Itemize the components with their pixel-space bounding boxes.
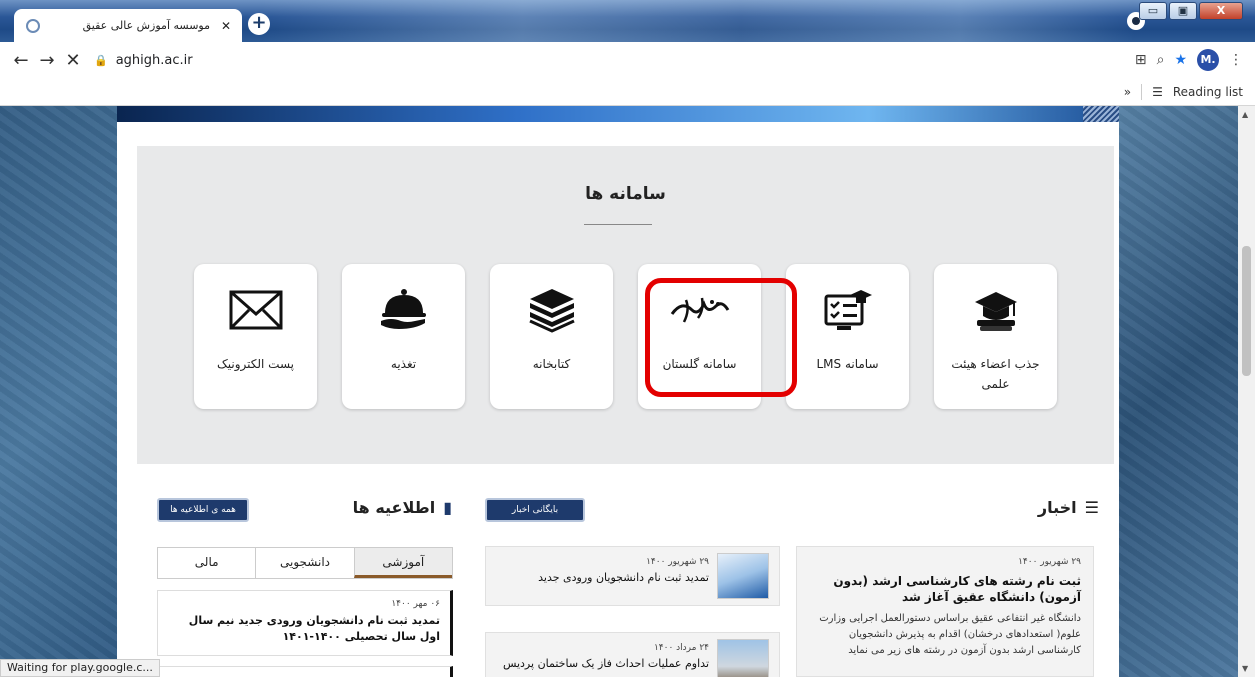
card-label: جذب اعضاء هیئت علمی (951, 357, 1040, 391)
news-date: ۲۹ شهریور ۱۴۰۰ (646, 557, 709, 567)
news-thumbnail[interactable] (717, 553, 769, 599)
bookmark-icon: ▮ (443, 498, 452, 517)
profile-avatar[interactable]: M. (1197, 49, 1219, 71)
announcement-date: ۰۶ مهر ۱۴۰۰ (391, 599, 440, 609)
tab-close-button[interactable]: ✕ (218, 19, 234, 33)
browser-toolbar: ← → ✕ 🔒 aghigh.ac.ir ⊞ ⌕ ★ M. ⋮ (0, 42, 1255, 78)
systems-heading: سامانه ها (585, 184, 666, 204)
bookmarks-bar: » ☰ Reading list (0, 78, 1255, 106)
site-favicon-icon (26, 18, 40, 33)
card-food[interactable]: تغذیه (342, 264, 465, 409)
news-archive-button[interactable]: بایگانی اخبار (485, 498, 585, 522)
checklist-board-icon (786, 286, 909, 334)
scrollbar-thumb[interactable] (1242, 246, 1251, 376)
scroll-up-arrow-icon[interactable]: ▲ (1242, 110, 1248, 119)
maximize-button[interactable]: ▣ (1169, 2, 1197, 20)
forward-button[interactable]: → (34, 50, 60, 71)
tab-student[interactable]: دانشجویی (255, 548, 353, 578)
address-bar[interactable]: 🔒 aghigh.ac.ir (94, 46, 1125, 74)
card-email[interactable]: پست الکترونیک (194, 264, 317, 409)
window-close-button[interactable]: X (1199, 2, 1243, 20)
announcements-heading: ▮ اطلاعیه ها (353, 498, 452, 517)
hamburger-icon: ☰ (1084, 498, 1099, 517)
announcement-title-link[interactable]: تمدید ثبت نام دانشجویان ورودی جدید نیم س… (168, 613, 440, 645)
news-date: ۲۹ شهریور ۱۴۰۰ (1018, 557, 1081, 567)
page-scrollbar[interactable]: ▲ ▼ (1238, 106, 1255, 677)
card-label: تغذیه (390, 357, 417, 371)
envelope-icon (194, 286, 317, 334)
lock-icon[interactable]: 🔒 (94, 54, 108, 67)
scroll-down-arrow-icon[interactable]: ▼ (1242, 664, 1248, 673)
announcements-title: اطلاعیه ها (352, 498, 436, 517)
announcement-item[interactable]: ۰۶ مهر ۱۴۰۰ تمدید ثبت نام دانشجویان ورود… (157, 590, 453, 656)
heading-underline (584, 224, 652, 225)
news-list-item[interactable]: ۲۴ مرداد ۱۴۰۰ تداوم عملیات احداث فاز یک … (485, 632, 780, 677)
all-announcements-button[interactable]: همه ی اطلاعیه ها (157, 498, 249, 522)
books-stack-icon (490, 286, 613, 334)
card-lms[interactable]: سامانه LMS (786, 264, 909, 409)
news-list-item[interactable]: ۲۹ شهریور ۱۴۰۰ تمدید ثبت نام دانشجویان و… (485, 546, 780, 606)
card-label: کتابخانه (532, 357, 571, 371)
reading-list-button[interactable]: Reading list (1173, 85, 1243, 99)
news-title-link[interactable]: ثبت نام رشته های کارشناسی ارشد (بدون آزم… (809, 573, 1081, 605)
browser-tab[interactable]: موسسه آموزش عالی عقیق ✕ (14, 9, 242, 42)
menu-icon[interactable]: ⋮ (1229, 52, 1243, 68)
header-strip (117, 106, 1119, 122)
news-title-link[interactable]: تداوم عملیات احداث فاز یک ساختمان پردیس (494, 657, 709, 670)
status-bar: Waiting for play.google.c... (0, 659, 160, 677)
page-content: سامانه ها جذب اعضاء هیئت علمی سامانه LMS (117, 106, 1119, 677)
stop-button[interactable]: ✕ (60, 50, 86, 71)
zoom-icon[interactable]: ⌕ (1157, 52, 1165, 68)
back-button[interactable]: ← (8, 50, 34, 71)
tab-educational[interactable]: آموزشی (353, 548, 452, 578)
card-label: پست الکترونیک (217, 357, 294, 371)
window-controls: ▭ ▣ X (1139, 2, 1243, 20)
bookmarks-separator (1141, 83, 1143, 100)
tab-financial[interactable]: مالی (158, 548, 255, 578)
card-label: سامانه LMS (816, 357, 879, 371)
announcement-item[interactable] (157, 666, 453, 677)
news-title-link[interactable]: تمدید ثبت نام دانشجویان ورودی جدید (494, 571, 709, 584)
page-background: سامانه ها جذب اعضاء هیئت علمی سامانه LMS (0, 106, 1238, 677)
url-text: aghigh.ac.ir (115, 52, 193, 68)
tab-title: موسسه آموزش عالی عقیق (82, 19, 210, 32)
bookmark-star-icon[interactable]: ★ (1174, 52, 1187, 68)
news-date: ۲۴ مرداد ۱۴۰۰ (653, 643, 709, 653)
graduation-cap-icon (934, 286, 1057, 334)
translate-icon[interactable]: ⊞ (1135, 52, 1147, 68)
systems-section: سامانه ها جذب اعضاء هیئت علمی سامانه LMS (137, 146, 1114, 464)
card-library[interactable]: کتابخانه (490, 264, 613, 409)
food-cloche-icon (342, 286, 465, 334)
minimize-button[interactable]: ▭ (1139, 2, 1167, 20)
announcement-tabs: آموزشی دانشجویی مالی (157, 547, 453, 579)
main-news-item[interactable]: ۲۹ شهریور ۱۴۰۰ ثبت نام رشته های کارشناسی… (796, 546, 1094, 677)
news-heading: ☰ اخبار (1038, 498, 1099, 517)
reading-list-icon[interactable]: ☰ (1152, 85, 1163, 99)
news-thumbnail[interactable] (717, 639, 769, 677)
card-faculty-recruitment[interactable]: جذب اعضاء هیئت علمی (934, 264, 1057, 409)
news-description: دانشگاه غیر انتفاعی عقیق براساس دستورالع… (819, 613, 1081, 656)
golestan-highlight-box (645, 278, 797, 397)
news-title: اخبار (1037, 498, 1077, 517)
more-bookmarks-button[interactable]: » (1124, 85, 1131, 99)
new-tab-button[interactable]: + (248, 13, 270, 35)
